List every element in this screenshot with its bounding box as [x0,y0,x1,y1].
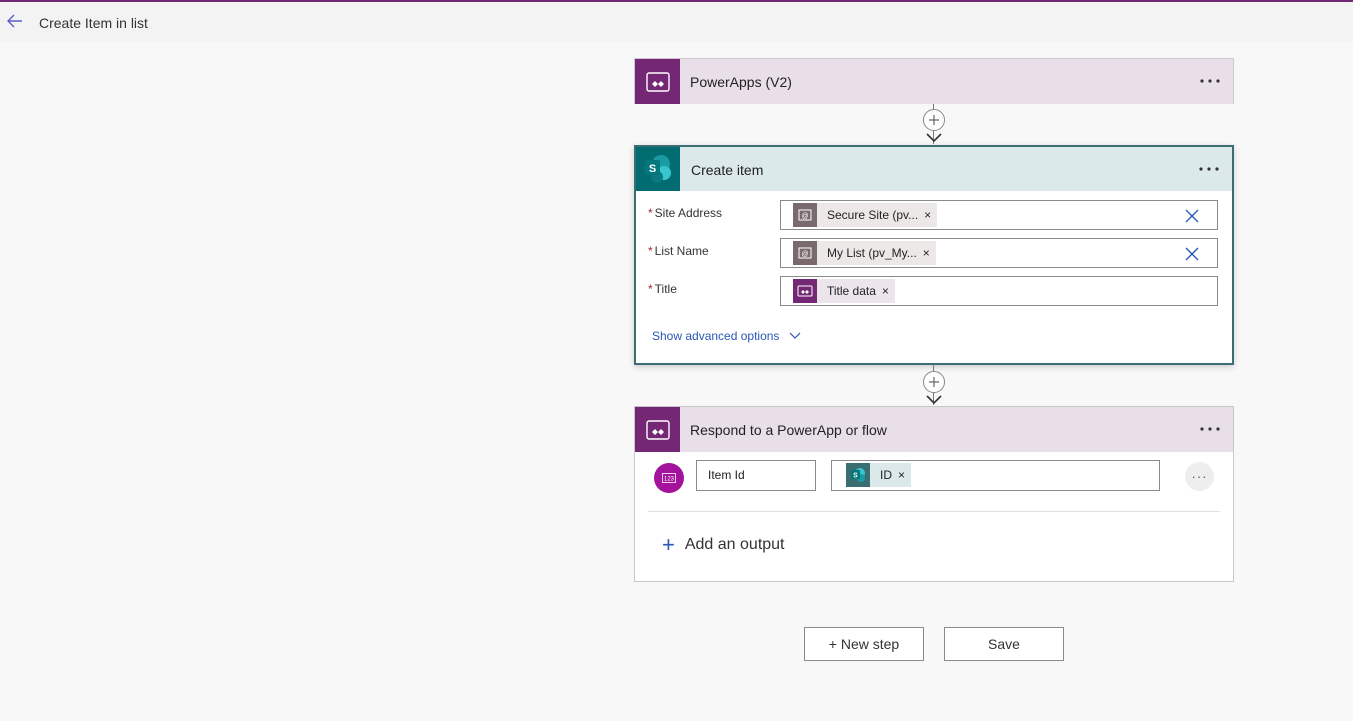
required-mark: * [648,206,653,220]
variable-icon: @ [793,241,817,265]
show-advanced-options-label: Show advanced options [652,329,780,343]
remove-token-button[interactable]: × [922,241,936,265]
title-label-text: Title [654,282,677,296]
more-icon [1199,167,1219,171]
save-button[interactable]: Save [944,627,1064,661]
insert-step-button[interactable] [923,109,945,131]
trigger-more-button[interactable] [1197,70,1223,92]
powerapps-icon [793,279,817,303]
output-value-input[interactable]: S ID × [831,460,1160,491]
site-address-label-text: Site Address [654,206,723,220]
trigger-title: PowerApps (V2) [690,74,792,90]
add-output-button[interactable]: + Add an output [662,532,785,557]
output-token[interactable]: S ID × [846,463,912,487]
site-address-token-text: Secure Site (pv... [817,203,925,227]
title-token[interactable]: Title data × [793,279,895,303]
create-item-title: Create item [691,162,764,178]
more-icon [1200,79,1220,83]
remove-token-button[interactable]: × [898,463,912,487]
svg-text:123: 123 [664,477,675,483]
page-title: Create Item in list [39,15,148,31]
svg-text:@: @ [801,213,808,220]
svg-text:S: S [853,473,858,480]
required-mark: * [648,282,653,296]
output-name-input[interactable]: Item Id [696,460,816,491]
site-address-input[interactable]: @ Secure Site (pv... × [780,200,1218,230]
powerapps-icon [635,59,680,104]
title-input[interactable]: Title data × [780,276,1218,306]
title-token-text: Title data [817,279,882,303]
plus-icon [929,115,939,125]
divider [648,511,1220,512]
sharepoint-icon: S [846,463,870,487]
svg-text:@: @ [801,251,808,258]
site-address-row: * Site Address @ Secure Site (pv... × [648,200,1220,230]
add-output-label: Add an output [684,536,785,553]
sharepoint-icon: S [636,147,680,191]
chevron-down-icon [790,332,801,339]
create-item-card[interactable]: S Create item * Site Address @ Secure Sit… [634,145,1234,365]
clear-field-icon[interactable] [1185,209,1199,223]
plus-icon [929,377,939,387]
list-name-input[interactable]: @ My List (pv_My... × [780,238,1218,268]
list-name-token[interactable]: @ My List (pv_My... × [793,241,936,265]
remove-token-button[interactable]: × [924,203,938,227]
trigger-card-header[interactable]: PowerApps (V2) [635,59,1233,104]
list-name-label-text: List Name [654,244,709,258]
output-more-button[interactable]: ··· [1185,462,1214,491]
plus-icon: + [662,532,675,557]
respond-to-powerapp-card[interactable]: Respond to a PowerApp or flow 123 Item I… [634,406,1234,582]
required-mark: * [648,244,653,258]
list-name-token-text: My List (pv_My... [817,241,923,265]
arrow-down-icon [926,395,942,405]
variable-icon: @ [793,203,817,227]
output-token-text: ID [870,463,898,487]
show-advanced-options-link[interactable]: Show advanced options [652,329,801,343]
list-name-row: * List Name @ My List (pv_My... × [648,238,1220,268]
title-row: * Title Title data × [648,276,1220,306]
site-address-token[interactable]: @ Secure Site (pv... × [793,203,938,227]
new-step-button[interactable]: + New step [804,627,924,661]
list-name-label: * List Name [648,244,709,258]
arrow-down-icon [926,133,942,143]
more-icon [1200,427,1220,431]
respond-title: Respond to a PowerApp or flow [690,422,887,438]
insert-step-button[interactable] [923,371,945,393]
powerapps-icon [635,407,680,452]
back-button[interactable] [4,10,26,32]
svg-text:S: S [649,163,656,175]
respond-more-button[interactable] [1197,418,1223,440]
create-item-more-button[interactable] [1196,158,1222,180]
create-item-header[interactable]: S Create item [636,147,1232,191]
title-label: * Title [648,282,677,296]
top-bar: Create Item in list [0,0,1353,42]
powerapps-trigger-card[interactable]: PowerApps (V2) [634,58,1234,104]
back-arrow-icon [7,14,22,28]
remove-token-button[interactable]: × [881,279,895,303]
number-output-icon: 123 [654,463,684,493]
respond-card-header[interactable]: Respond to a PowerApp or flow [635,407,1233,452]
site-address-label: * Site Address [648,206,722,220]
clear-field-icon[interactable] [1185,247,1199,261]
